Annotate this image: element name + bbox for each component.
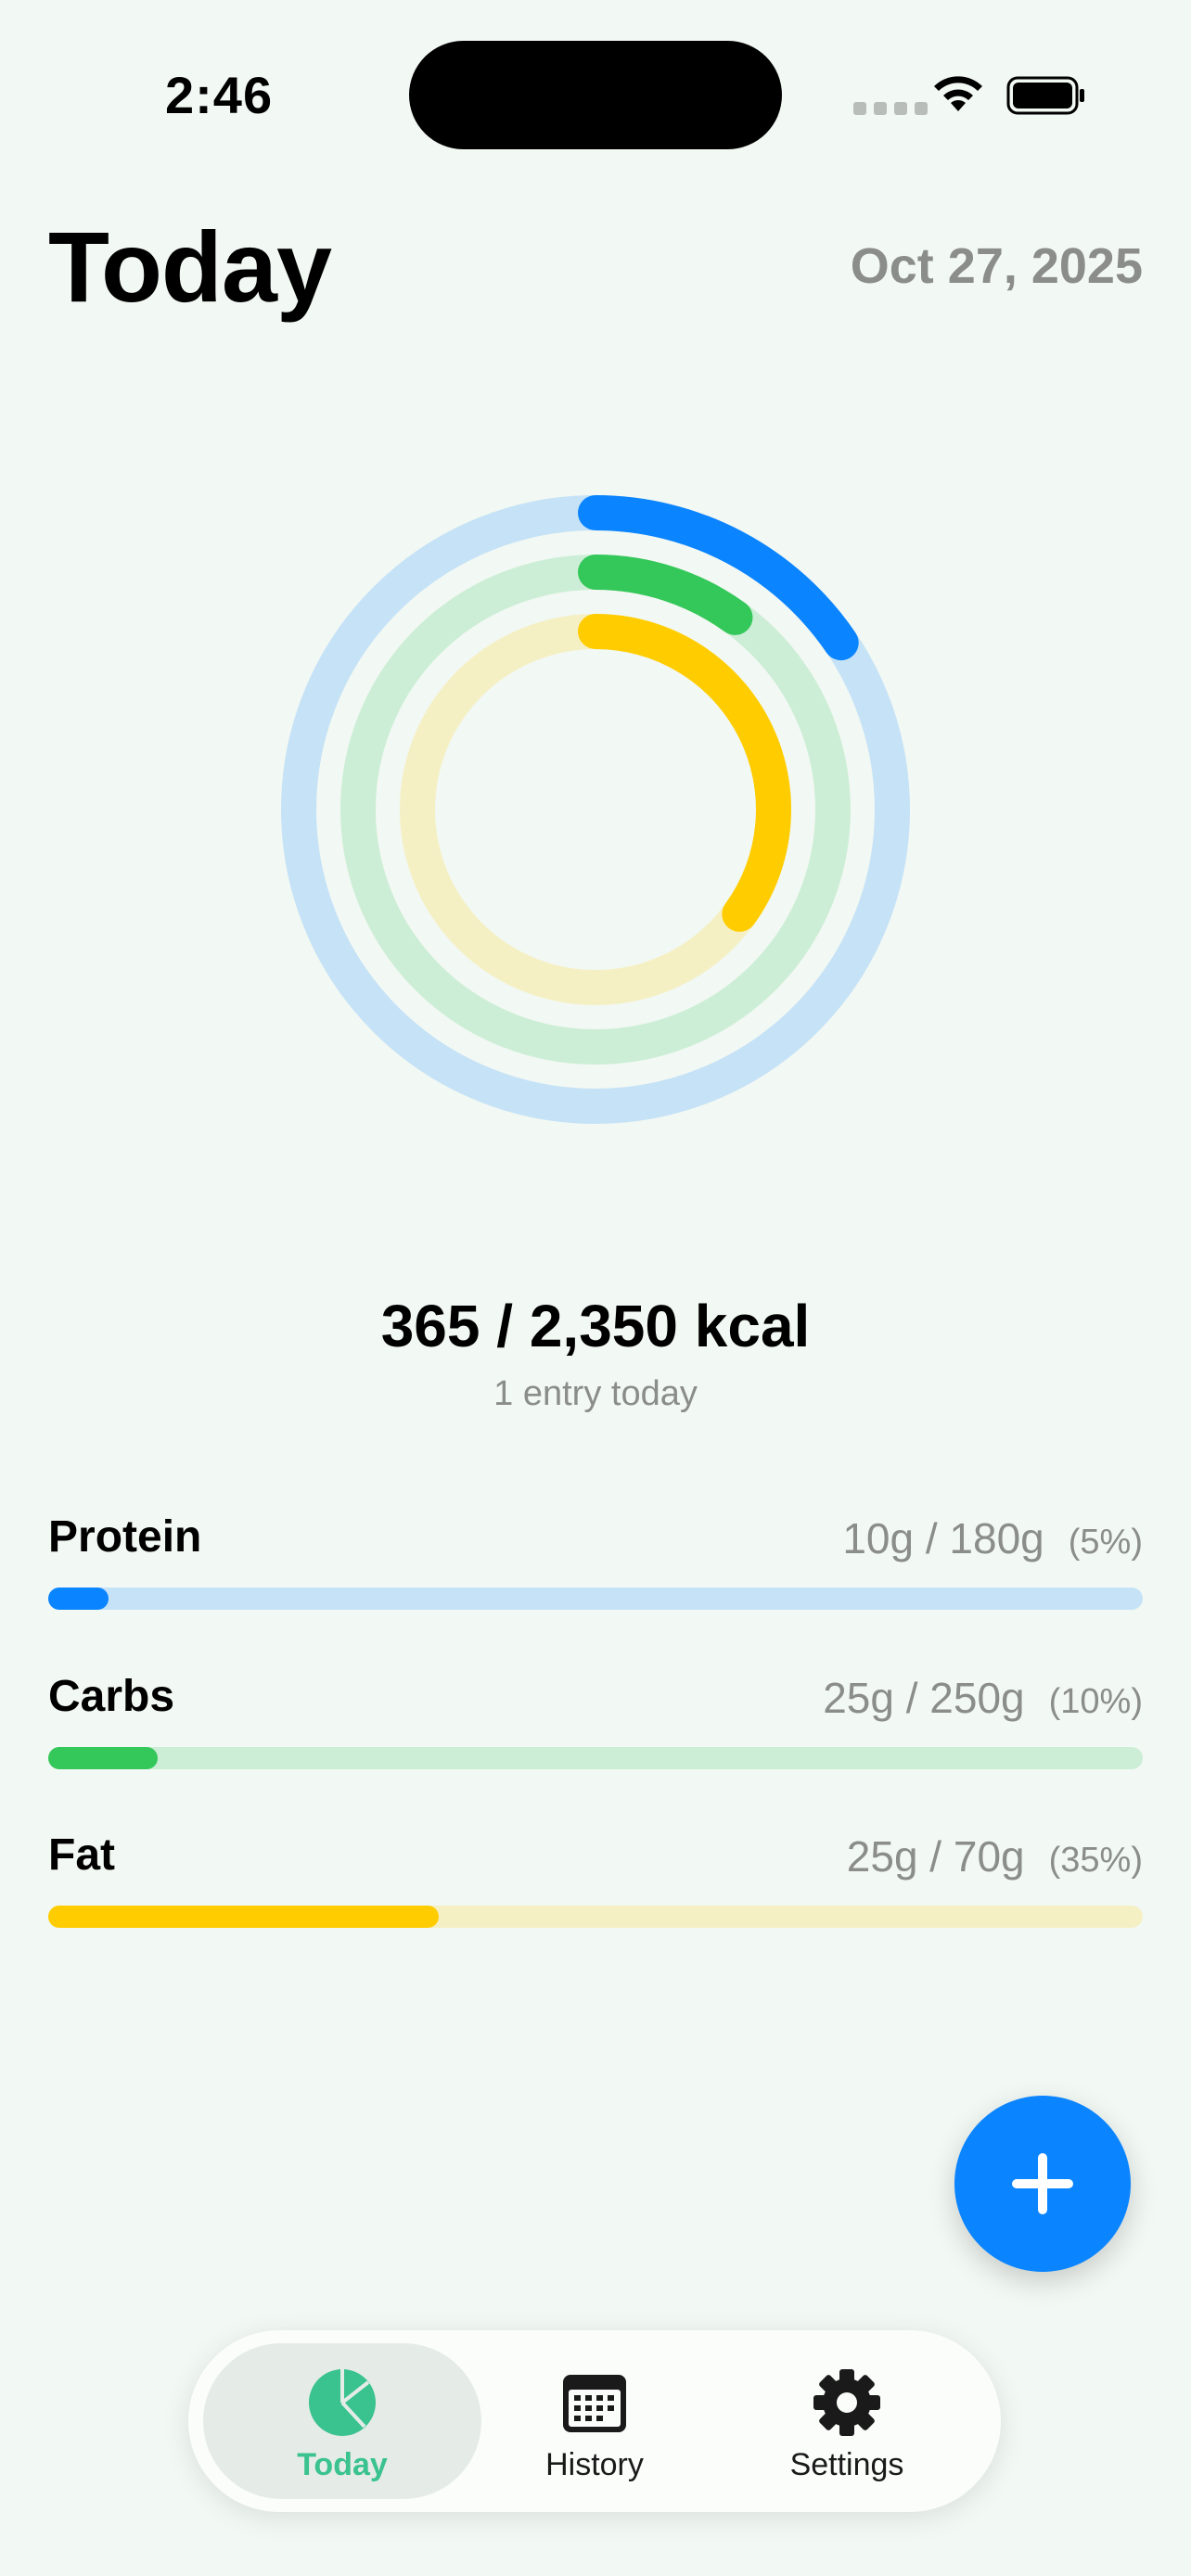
carbs-progress-track [48,1747,1143,1769]
wifi-icon [934,76,982,111]
carbs-ring-progress [578,555,753,635]
macro-name: Fat [48,1830,115,1880]
macro-amount: 25g / 70g [846,1832,1025,1881]
cellular-signal-icon [853,102,928,115]
tab-today[interactable]: Today [203,2343,481,2499]
tab-history[interactable]: History [455,2343,734,2499]
calorie-summary: 365 / 2,350 kcal [380,1293,811,1359]
page-date: Oct 27, 2025 [850,238,1143,294]
status-bar: 2:46 [0,0,1191,185]
macro-values: 25g / 70g (35%) [847,1831,1143,1881]
fat-ring-progress [578,614,791,932]
macro-percent: (5%) [1068,1523,1143,1562]
carbs-progress-fill [48,1747,158,1769]
entry-count: 1 entry today [493,1374,698,1413]
macro-values: 10g / 180g (5%) [842,1513,1143,1563]
page-title: Today [48,210,332,323]
macro-percent: (35%) [1048,1841,1143,1880]
status-time: 2:46 [165,66,274,124]
add-entry-button[interactable] [954,2096,1131,2272]
macro-percent: (10%) [1048,1682,1143,1721]
calendar-icon [563,2375,626,2432]
gear-icon [813,2369,880,2436]
macro-name: Carbs [48,1672,175,1721]
fat-progress-fill [48,1906,440,1928]
macro-amount: 10g / 180g [842,1514,1044,1562]
fat-progress-track [48,1906,1143,1928]
plus-icon [1012,2153,1073,2214]
macro-name: Protein [48,1512,202,1562]
dynamic-island [409,41,782,149]
tab-label: Settings [789,2447,904,2482]
pie-chart-icon [309,2369,376,2436]
macro-values: 25g / 250g (10%) [823,1673,1143,1723]
tab-bar: Today History Settings [188,2330,1001,2512]
tab-label: Today [297,2447,388,2482]
protein-progress-fill [48,1588,109,1610]
tab-settings[interactable]: Settings [708,2343,986,2499]
activity-rings [281,495,910,1124]
tab-label: History [545,2447,644,2482]
macro-amount: 25g / 250g [823,1674,1025,1722]
protein-progress-track [48,1588,1143,1610]
battery-icon [1006,76,1084,115]
